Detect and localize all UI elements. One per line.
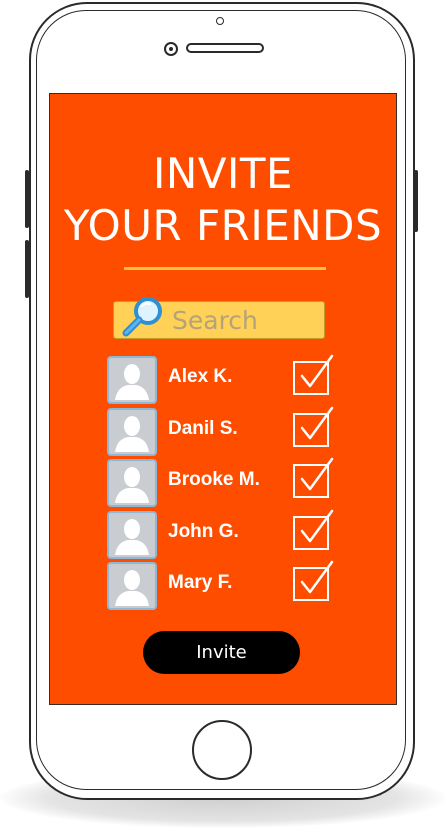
friend-row: Brooke M. [0, 457, 446, 509]
title-divider [124, 267, 326, 270]
friend-name: Danil S. [168, 418, 238, 439]
checkbox-checked[interactable] [292, 453, 336, 501]
person-silhouette-icon [111, 566, 153, 606]
checkbox-checked[interactable] [292, 556, 336, 604]
person-silhouette-icon [111, 412, 153, 452]
earpiece-speaker [186, 43, 264, 53]
search-input[interactable]: Search [113, 297, 325, 339]
friend-name: Mary F. [168, 572, 233, 593]
home-button[interactable] [192, 720, 252, 780]
friend-row: Danil S. [0, 406, 446, 458]
title-line-1: INVITE [152, 149, 294, 198]
person-silhouette-icon [111, 515, 153, 555]
friend-row: Mary F. [0, 560, 446, 612]
avatar [107, 459, 157, 507]
invite-button[interactable]: Invite [143, 631, 300, 674]
friend-name: John G. [168, 521, 239, 542]
avatar [107, 408, 157, 456]
title-line-2: YOUR FRIENDS [63, 201, 383, 250]
page-title: INVITE YOUR FRIENDS [0, 148, 446, 252]
checkbox-checked[interactable] [292, 350, 336, 398]
friend-name: Alex K. [168, 366, 233, 387]
person-silhouette-icon [111, 360, 153, 400]
avatar [107, 356, 157, 404]
friend-name: Brooke M. [168, 469, 260, 490]
front-camera [164, 42, 178, 56]
search-placeholder: Search [172, 306, 258, 335]
avatar [107, 562, 157, 610]
proximity-sensor [216, 17, 224, 25]
checkbox-checked[interactable] [292, 505, 336, 553]
friend-row: John G. [0, 509, 446, 561]
person-silhouette-icon [111, 463, 153, 503]
friend-row: Alex K. [0, 354, 446, 406]
checkbox-checked[interactable] [292, 402, 336, 450]
magnifier-icon [122, 297, 162, 337]
avatar [107, 511, 157, 559]
